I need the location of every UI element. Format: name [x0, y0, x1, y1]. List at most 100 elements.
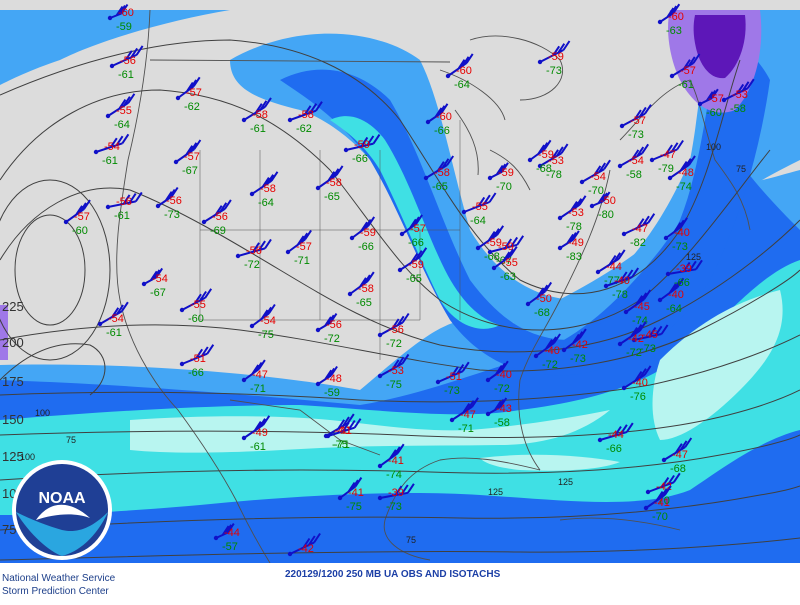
station-temperature: -59: [360, 227, 376, 239]
isotach-inline-label: 125: [558, 477, 573, 487]
station-dewpoint: -71: [294, 255, 310, 267]
station-temperature: -47: [460, 409, 476, 421]
station-dot-icon: [105, 204, 111, 210]
station-dewpoint: -64: [470, 215, 486, 227]
station-dewpoint: -73: [570, 353, 586, 365]
station-dewpoint: -80: [598, 209, 614, 221]
station-dewpoint: -60: [188, 313, 204, 325]
station-dot-icon: [485, 377, 491, 383]
station-temperature: -53: [388, 365, 404, 377]
station-dewpoint: -61: [106, 327, 122, 339]
station-dewpoint: -78: [612, 289, 628, 301]
station-temperature: -40: [544, 345, 560, 357]
station-temperature: -55: [472, 201, 488, 213]
station-dewpoint: -73: [672, 241, 688, 253]
credit-line-1: National Weather Service: [2, 573, 116, 584]
isotach-inline-label: 100: [20, 452, 35, 462]
station-dot-icon: [213, 535, 219, 541]
station-dot-icon: [287, 117, 293, 123]
upper-air-map: 225 200 175 150 125 100 75 100 75 100 12…: [0, 0, 800, 600]
station-temperature: -54: [628, 155, 644, 167]
station-dot-icon: [249, 191, 255, 197]
station-temperature: -44: [606, 261, 622, 273]
station-temperature: -41: [388, 455, 404, 467]
station-dewpoint: -73: [164, 209, 180, 221]
station-dot-icon: [337, 495, 343, 501]
station-temperature: -57: [186, 87, 202, 99]
station-dot-icon: [621, 385, 627, 391]
station-dewpoint: -68: [534, 307, 550, 319]
station-dot-icon: [461, 209, 467, 215]
station-dewpoint: -68: [670, 463, 686, 475]
station-dewpoint: -74: [386, 469, 402, 481]
station-dewpoint: -66: [352, 153, 368, 165]
station-dewpoint: -65: [432, 181, 448, 193]
station-temperature: -56: [116, 196, 132, 208]
station-dewpoint: -67: [150, 287, 166, 299]
station-dot-icon: [377, 463, 383, 469]
station-dot-icon: [667, 175, 673, 181]
station-dot-icon: [487, 175, 493, 181]
station-dot-icon: [445, 73, 451, 79]
station-temperature: -57: [296, 241, 312, 253]
station-dewpoint: -58: [626, 169, 642, 181]
station-temperature: -45: [642, 329, 658, 341]
station-dewpoint: -57: [222, 541, 238, 553]
station-dewpoint: -75: [386, 379, 402, 391]
station-dot-icon: [485, 411, 491, 417]
station-dot-icon: [669, 73, 675, 79]
station-dot-icon: [285, 249, 291, 255]
station-dot-icon: [315, 185, 321, 191]
station-dewpoint: -72: [494, 383, 510, 395]
map-caption: 220129/1200 250 MB UA OBS AND ISOTACHS: [285, 569, 501, 580]
station-temperature: -41: [654, 497, 670, 509]
station-temperature: -57: [630, 115, 646, 127]
station-temperature: -57: [708, 93, 724, 105]
station-temperature: -44: [224, 527, 240, 539]
station-temperature: -53: [732, 89, 748, 101]
station-dewpoint: -75: [346, 501, 362, 513]
station-dot-icon: [109, 63, 115, 69]
credit-line-2: Storm Prediction Center: [2, 586, 109, 597]
station-dot-icon: [525, 301, 531, 307]
station-dot-icon: [661, 457, 667, 463]
isotach-scale-label: 175: [2, 374, 24, 389]
station-dot-icon: [241, 117, 247, 123]
station-temperature: -58: [298, 109, 314, 121]
station-dot-icon: [527, 157, 533, 163]
station-dewpoint: -71: [250, 383, 266, 395]
station-dewpoint: -71: [334, 439, 350, 451]
station-dot-icon: [663, 235, 669, 241]
station-temperature: -50: [536, 293, 552, 305]
station-dot-icon: [249, 323, 255, 329]
station-temperature: -51: [190, 353, 206, 365]
station-dewpoint: -61: [250, 441, 266, 453]
station-temperature: -56: [388, 324, 404, 336]
station-temperature: -58: [252, 109, 268, 121]
noaa-logo-text: NOAA: [38, 490, 86, 507]
station-dewpoint: -64: [258, 197, 274, 209]
station-temperature: -40: [674, 227, 690, 239]
station-dot-icon: [155, 203, 161, 209]
station-temperature: -60: [456, 65, 472, 77]
station-temperature: -48: [326, 373, 342, 385]
station-dot-icon: [537, 59, 543, 65]
station-dot-icon: [343, 147, 349, 153]
isotach-inline-label: 75: [66, 435, 76, 445]
station-temperature: -59: [408, 259, 424, 271]
station-temperature: -47: [672, 449, 688, 461]
station-dewpoint: -66: [408, 237, 424, 249]
isotach-inline-label: 75: [736, 164, 746, 174]
isotach-inline-label: 75: [406, 535, 416, 545]
isotach-scale-label: 150: [2, 412, 24, 427]
station-dot-icon: [241, 377, 247, 383]
station-dot-icon: [349, 235, 355, 241]
station-dewpoint: -72: [542, 359, 558, 371]
station-dot-icon: [325, 433, 331, 439]
station-temperature: -47: [632, 223, 648, 235]
station-dewpoint: -65: [356, 297, 372, 309]
station-temperature: -56: [246, 245, 262, 257]
station-temperature: -54: [152, 273, 168, 285]
station-temperature: -60: [118, 7, 134, 19]
station-temperature: -58: [260, 183, 276, 195]
